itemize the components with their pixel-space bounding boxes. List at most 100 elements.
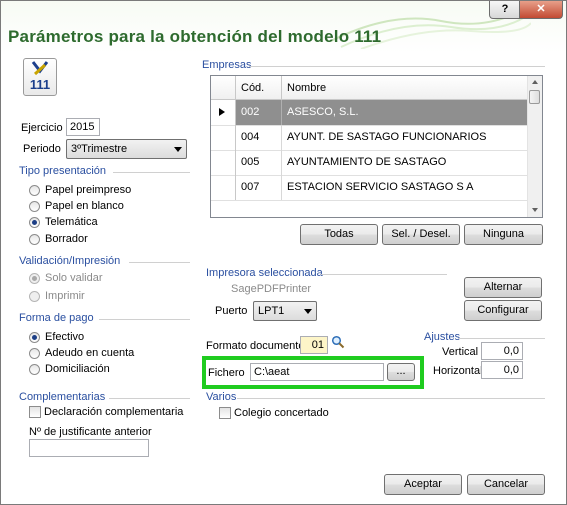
vertical-scrollbar[interactable] — [527, 76, 542, 217]
column-divider — [281, 175, 282, 200]
dialog-window: Parámetros para la obtención del modelo … — [0, 0, 567, 505]
varios-title: Varios — [206, 391, 237, 403]
radio-label: Domiciliación — [45, 363, 110, 375]
radio-button[interactable] — [29, 234, 40, 245]
table-header: Cód. Nombre — [211, 76, 528, 100]
printer-name: SagePDFPrinter — [231, 283, 312, 295]
cell-nombre: AYUNTAMIENTO DE SASTAGO — [287, 156, 447, 168]
table-row[interactable]: 005 AYUNTAMIENTO DE SASTAGO — [211, 150, 528, 176]
divider — [113, 172, 190, 173]
puerto-select[interactable]: LPT1 — [253, 301, 317, 321]
cell-nombre: AYUNT. DE SASTAGO FUNCIONARIOS — [287, 131, 487, 143]
column-header-cod[interactable]: Cód. — [241, 76, 264, 100]
row-header-corner — [211, 76, 236, 99]
radio-button[interactable] — [29, 291, 40, 302]
column-divider — [281, 150, 282, 175]
fichero-input[interactable]: C:\aeat — [250, 363, 384, 381]
cell-nombre: ASESCO, S.L. — [287, 106, 359, 118]
ejercicio-label: Ejercicio — [21, 122, 63, 134]
search-icon[interactable] — [331, 335, 345, 349]
logo-number: 111 — [29, 77, 51, 92]
scroll-down-icon[interactable] — [532, 208, 538, 212]
puerto-label: Puerto — [215, 305, 248, 317]
periodo-select[interactable]: 3ºTrimestre — [66, 139, 187, 159]
justificante-input[interactable] — [29, 439, 149, 457]
radio-button[interactable] — [29, 364, 40, 375]
empresas-title: Empresas — [202, 59, 252, 71]
ejercicio-input[interactable]: 2015 — [66, 118, 100, 136]
alternar-button[interactable]: Alternar — [464, 277, 542, 298]
divider — [237, 398, 545, 399]
close-button[interactable]: ✕ — [519, 1, 563, 19]
radio-label: Telemática — [45, 216, 98, 228]
periodo-label: Periodo — [23, 143, 61, 155]
dialog-title: Parámetros para la obtención del modelo … — [8, 27, 382, 46]
row-header — [211, 150, 236, 175]
chevron-down-icon — [304, 309, 312, 314]
vertical-input[interactable]: 0,0 — [481, 342, 523, 360]
formato-input[interactable]: 01 — [300, 336, 328, 354]
radio-label: Papel en blanco — [45, 200, 124, 212]
current-row-icon — [219, 108, 225, 116]
scroll-up-icon[interactable] — [532, 80, 538, 84]
sel-desel-button[interactable]: Sel. / Desel. — [382, 224, 460, 245]
cancelar-button[interactable]: Cancelar — [467, 474, 545, 495]
checkbox[interactable] — [29, 406, 41, 418]
scroll-thumb[interactable] — [529, 90, 540, 104]
formato-label: Formato documento — [206, 340, 305, 352]
radio-button-selected[interactable] — [29, 332, 40, 343]
vertical-label: Vertical — [442, 346, 479, 358]
cell-cod: 002 — [241, 106, 260, 118]
browse-button[interactable]: ... — [387, 363, 415, 381]
row-header — [211, 175, 236, 200]
checkbox-label: Declaración complementaria — [44, 406, 184, 418]
horizontal-label: Horizontal — [433, 365, 483, 377]
cell-cod: 007 — [241, 181, 260, 193]
checkbox-label: Colegio concertado — [234, 407, 329, 419]
ajustes-title: Ajustes — [424, 331, 461, 343]
help-button[interactable]: ? — [489, 1, 521, 19]
radio-label: Adeudo en cuenta — [45, 347, 135, 359]
radio-label: Papel preimpreso — [45, 184, 132, 196]
checkbox[interactable] — [219, 407, 231, 419]
divider — [249, 66, 545, 67]
model-111-icon: 111 — [23, 58, 57, 96]
radio-label: Imprimir — [45, 290, 85, 302]
horizontal-input[interactable]: 0,0 — [481, 361, 523, 379]
ninguna-button[interactable]: Ninguna — [464, 224, 543, 245]
table-row[interactable]: 007 ESTACION SERVICIO SASTAGO S A — [211, 175, 528, 201]
title-bar: Parámetros para la obtención del modelo … — [1, 1, 566, 53]
column-divider — [281, 76, 282, 99]
impresora-title: Impresora seleccionada — [206, 267, 323, 279]
column-divider — [281, 100, 282, 125]
radio-button[interactable] — [29, 201, 40, 212]
todas-button[interactable]: Todas — [300, 224, 378, 245]
radio-button[interactable] — [29, 185, 40, 196]
radio-button-selected[interactable] — [29, 273, 40, 284]
tipo-presentacion-title: Tipo presentación — [19, 165, 107, 177]
radio-label: Solo validar — [45, 272, 103, 284]
fichero-label: Fichero — [208, 367, 245, 379]
puerto-value: LPT1 — [258, 305, 285, 317]
table-row[interactable]: 002 ASESCO, S.L. — [211, 100, 528, 126]
aceptar-button[interactable]: Aceptar — [384, 474, 462, 495]
periodo-value: 3ºTrimestre — [71, 143, 128, 155]
radio-button[interactable] — [29, 348, 40, 359]
divider — [129, 262, 190, 263]
divider — [321, 274, 447, 275]
column-header-nombre[interactable]: Nombre — [287, 76, 326, 100]
radio-label: Efectivo — [45, 331, 85, 343]
configurar-button[interactable]: Configurar — [464, 300, 542, 321]
row-header — [211, 100, 236, 125]
justificante-label: Nº de justificante anterior — [29, 426, 152, 438]
cell-cod: 004 — [241, 131, 260, 143]
radio-button-selected[interactable] — [29, 217, 40, 228]
complementarias-title: Complementarias — [19, 391, 106, 403]
divider — [109, 398, 190, 399]
empresas-table[interactable]: Cód. Nombre 002 ASESCO, S.L. 004 AYUNT. … — [210, 75, 543, 218]
table-row[interactable]: 004 AYUNT. DE SASTAGO FUNCIONARIOS — [211, 125, 528, 151]
divider — [459, 338, 545, 339]
row-header — [211, 125, 236, 150]
cell-nombre: ESTACION SERVICIO SASTAGO S A — [287, 181, 474, 193]
forma-pago-title: Forma de pago — [19, 312, 94, 324]
